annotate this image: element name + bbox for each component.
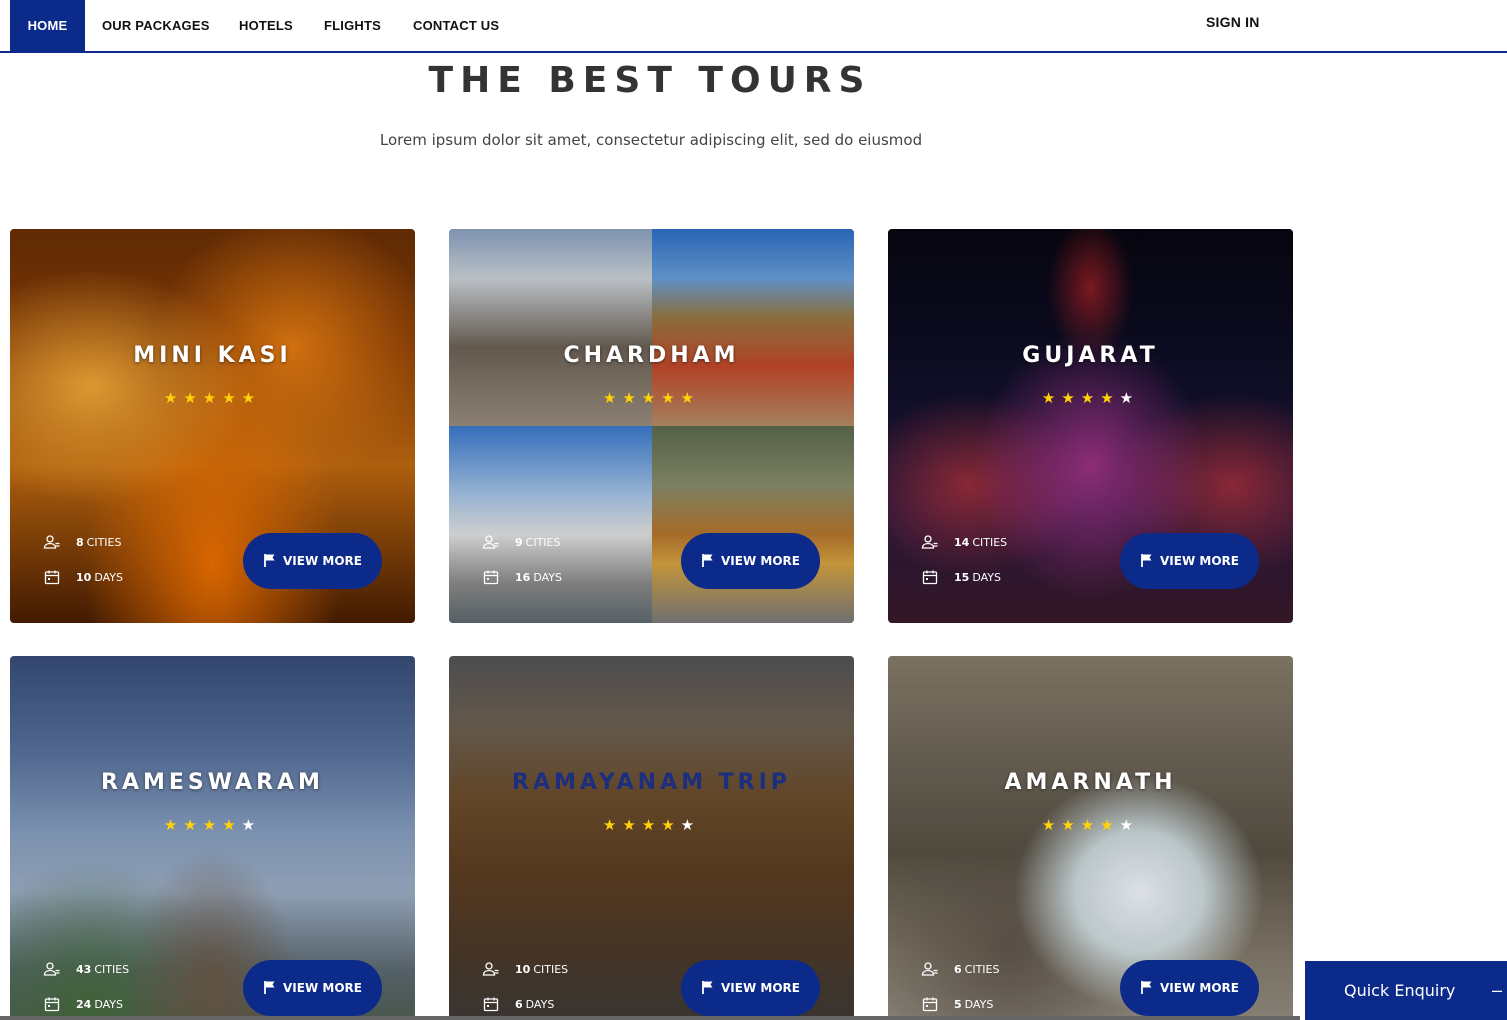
users-icon xyxy=(42,534,62,550)
star-filled-icon: ★ xyxy=(661,817,681,834)
horizontal-scrollbar[interactable] xyxy=(0,1016,1300,1020)
star-filled-icon: ★ xyxy=(1100,390,1120,407)
tour-days: 6 DAYS xyxy=(481,996,554,1012)
star-filled-icon: ★ xyxy=(183,817,203,834)
star-filled-icon: ★ xyxy=(1041,390,1062,407)
star-filled-icon: ★ xyxy=(1080,817,1101,834)
users-icon xyxy=(481,534,501,550)
flag-icon xyxy=(701,553,715,570)
nav-home[interactable]: HOME xyxy=(10,0,85,51)
tour-cities: 6 CITIES xyxy=(920,961,999,977)
tour-card: CHARDHAM ★★★★★ 9 CITIES 16 DAYS VIEW MORE xyxy=(449,229,854,623)
star-rating: ★★★★★ xyxy=(10,816,415,834)
users-icon xyxy=(920,534,940,550)
users-icon xyxy=(920,961,940,977)
star-rating: ★★★★★ xyxy=(10,389,415,407)
tour-cities: 14 CITIES xyxy=(920,534,1007,550)
nav-flights[interactable]: FLIGHTS xyxy=(324,0,381,51)
star-filled-icon: ★ xyxy=(680,390,701,407)
star-filled-icon: ★ xyxy=(661,390,681,407)
star-rating: ★★★★★ xyxy=(888,816,1293,834)
enquiry-toggle-icon[interactable]: – xyxy=(1492,980,1502,1001)
tour-card: MINI KASI ★★★★★ 8 CITIES 10 DAYS VIEW MORE xyxy=(10,229,415,623)
tour-cities: 8 CITIES xyxy=(42,534,121,550)
tour-card: RAMESWARAM ★★★★★ 43 CITIES 24 DAYS VIEW MO… xyxy=(10,656,415,1020)
star-filled-icon: ★ xyxy=(602,390,623,407)
star-empty-icon: ★ xyxy=(680,817,701,834)
star-filled-icon: ★ xyxy=(622,817,642,834)
nav-our-packages[interactable]: OUR PACKAGES xyxy=(102,0,210,51)
star-filled-icon: ★ xyxy=(222,390,242,407)
nav-hotels[interactable]: HOTELS xyxy=(239,0,293,51)
tour-cities: 43 CITIES xyxy=(42,961,129,977)
calendar-icon xyxy=(920,996,940,1012)
calendar-icon xyxy=(481,569,501,585)
calendar-icon xyxy=(481,996,501,1012)
sign-in-link[interactable]: SIGN IN xyxy=(1206,0,1260,48)
calendar-icon xyxy=(920,569,940,585)
star-empty-icon: ★ xyxy=(1119,817,1140,834)
tour-days: 5 DAYS xyxy=(920,996,993,1012)
tour-card: GUJARAT ★★★★★ 14 CITIES 15 DAYS VIEW MORE xyxy=(888,229,1293,623)
quick-enquiry-button[interactable]: Quick Enquiry xyxy=(1305,961,1507,1020)
star-filled-icon: ★ xyxy=(241,390,262,407)
star-rating: ★★★★★ xyxy=(449,816,854,834)
star-filled-icon: ★ xyxy=(202,390,223,407)
flag-icon xyxy=(1140,553,1154,570)
tour-title: RAMESWARAM xyxy=(101,770,324,795)
tour-cities: 10 CITIES xyxy=(481,961,568,977)
tour-card: AMARNATH ★★★★★ 6 CITIES 5 DAYS VIEW MORE xyxy=(888,656,1293,1020)
flag-icon xyxy=(1140,980,1154,997)
star-filled-icon: ★ xyxy=(1061,390,1081,407)
tour-days: 24 DAYS xyxy=(42,996,123,1012)
star-filled-icon: ★ xyxy=(641,390,662,407)
view-more-button[interactable]: VIEW MORE xyxy=(1120,960,1259,1016)
users-icon xyxy=(481,961,501,977)
view-more-button[interactable]: VIEW MORE xyxy=(243,960,382,1016)
star-filled-icon: ★ xyxy=(1100,817,1120,834)
tour-title: CHARDHAM xyxy=(563,343,740,368)
view-more-button[interactable]: VIEW MORE xyxy=(681,960,820,1016)
top-navbar: HOME OUR PACKAGES HOTELS FLIGHTS CONTACT… xyxy=(0,0,1507,53)
star-rating: ★★★★★ xyxy=(888,389,1293,407)
tour-card: RAMAYANAM TRIP ★★★★★ 10 CITIES 6 DAYS VIEW… xyxy=(449,656,854,1020)
flag-icon xyxy=(701,980,715,997)
star-empty-icon: ★ xyxy=(1119,390,1140,407)
tour-title: RAMAYANAM TRIP xyxy=(512,770,791,795)
star-filled-icon: ★ xyxy=(602,817,623,834)
page-subtitle: Lorem ipsum dolor sit amet, consectetur … xyxy=(379,131,923,149)
tour-days: 15 DAYS xyxy=(920,569,1001,585)
tour-cities: 9 CITIES xyxy=(481,534,560,550)
tour-title: GUJARAT xyxy=(1022,343,1159,368)
nav-contact-us[interactable]: CONTACT US xyxy=(413,0,499,51)
star-empty-icon: ★ xyxy=(241,817,262,834)
star-filled-icon: ★ xyxy=(222,817,242,834)
view-more-button[interactable]: VIEW MORE xyxy=(243,533,382,589)
tour-title: MINI KASI xyxy=(133,343,292,368)
tour-days: 10 DAYS xyxy=(42,569,123,585)
star-filled-icon: ★ xyxy=(202,817,223,834)
star-filled-icon: ★ xyxy=(163,817,184,834)
calendar-icon xyxy=(42,569,62,585)
calendar-icon xyxy=(42,996,62,1012)
view-more-button[interactable]: VIEW MORE xyxy=(1120,533,1259,589)
tour-title: AMARNATH xyxy=(1004,770,1177,795)
star-filled-icon: ★ xyxy=(183,390,203,407)
star-filled-icon: ★ xyxy=(1061,817,1081,834)
users-icon xyxy=(42,961,62,977)
star-filled-icon: ★ xyxy=(1080,390,1101,407)
flag-icon xyxy=(263,980,277,997)
star-filled-icon: ★ xyxy=(641,817,662,834)
page-title: THE BEST TOURS xyxy=(428,60,872,101)
star-filled-icon: ★ xyxy=(1041,817,1062,834)
view-more-button[interactable]: VIEW MORE xyxy=(681,533,820,589)
star-filled-icon: ★ xyxy=(622,390,642,407)
star-rating: ★★★★★ xyxy=(449,389,854,407)
flag-icon xyxy=(263,553,277,570)
star-filled-icon: ★ xyxy=(163,390,184,407)
tour-days: 16 DAYS xyxy=(481,569,562,585)
